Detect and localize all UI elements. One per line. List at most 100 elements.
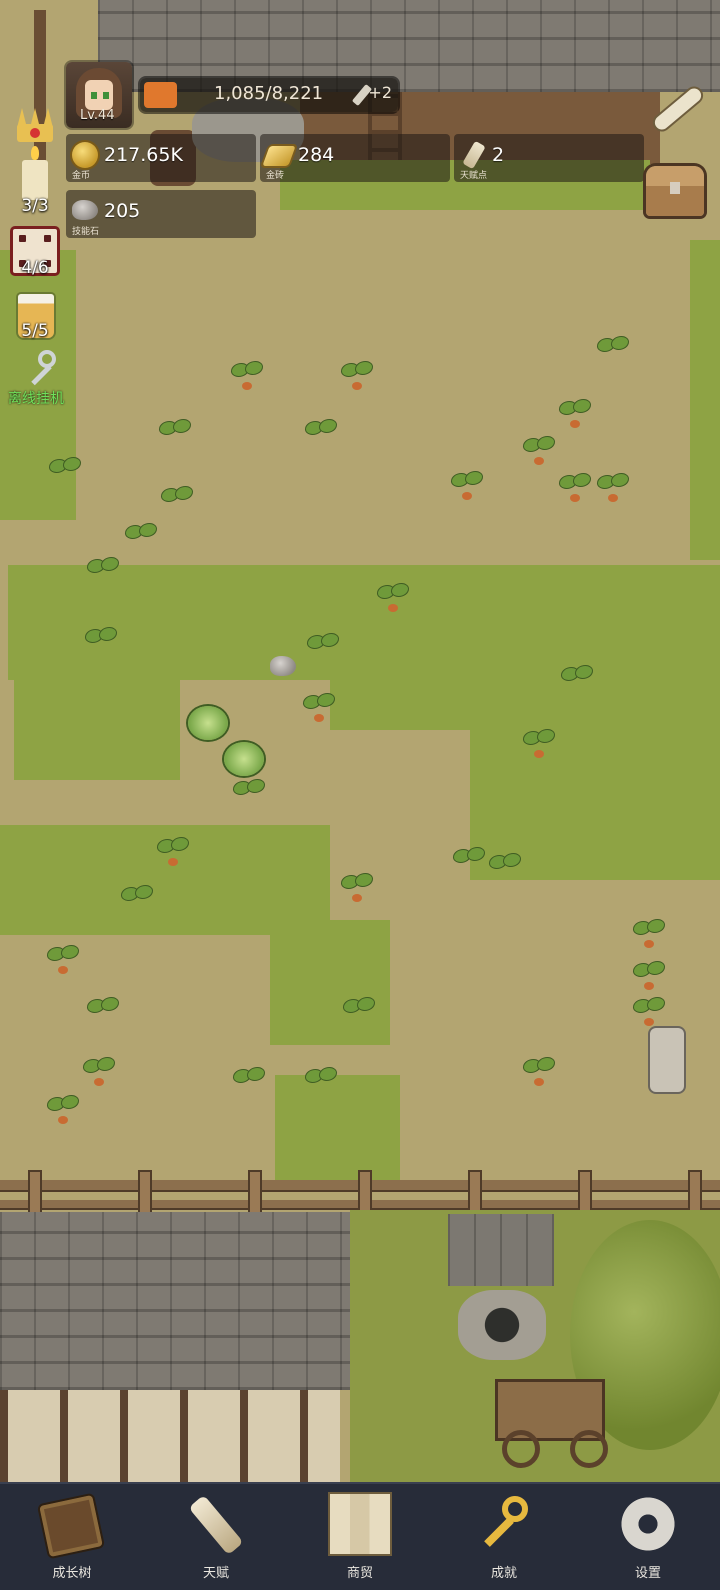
carrot-plant [46, 1094, 80, 1124]
candle-icon[interactable] [22, 146, 48, 200]
talent-point-value: 2 [492, 144, 505, 166]
gold-coin-label: 金币 [72, 171, 91, 181]
carrot-plant [596, 472, 630, 502]
nav-achievement[interactable]: 成就 [432, 1484, 576, 1590]
key-icon[interactable] [22, 350, 56, 386]
fence-post [30, 1172, 40, 1212]
fence-post [140, 1172, 150, 1212]
cart-wheel [502, 1430, 540, 1468]
achievement-key-icon [474, 1494, 534, 1554]
nav-label: 商贸 [346, 1566, 373, 1581]
carrot-plant [450, 470, 484, 500]
carrot-plant [230, 360, 264, 390]
sprout [342, 996, 376, 1026]
xp-value: 1,085/8,221 [214, 83, 324, 104]
fence-post [360, 1172, 370, 1212]
carrot-plant [340, 360, 374, 390]
fence-post [250, 1172, 260, 1212]
fence-post [470, 1172, 480, 1212]
fence-post [690, 1172, 700, 1212]
carrot-plant [632, 960, 666, 990]
sprout [488, 852, 522, 882]
carrot-plant [46, 944, 80, 974]
well [458, 1290, 546, 1360]
sprout [232, 778, 266, 808]
gold-bar-icon [262, 146, 296, 166]
crown-icon[interactable] [13, 104, 57, 146]
grass-mid-right2 [330, 680, 470, 730]
sprout [160, 485, 194, 515]
carrot-plant [156, 836, 190, 866]
treasure-chest-icon[interactable] [646, 166, 704, 216]
sprout [232, 1066, 266, 1096]
nav-trade[interactable]: 商贸 [288, 1484, 432, 1590]
sprout [124, 522, 158, 552]
cart-wheel [570, 1430, 608, 1468]
nav-label: 天赋 [202, 1566, 229, 1581]
grass-mid-right [470, 680, 720, 880]
sprout [120, 884, 154, 914]
xp-bar-fill [144, 82, 177, 108]
offline-idle-label[interactable]: 离线挂机 [8, 388, 64, 408]
bottom-nav: 成长树 天赋 商贸 成就 设置 [0, 1482, 720, 1590]
grass-right [690, 240, 720, 560]
sprout [306, 632, 340, 662]
xp-bonus: +2 [368, 83, 392, 102]
small-rock [270, 656, 296, 676]
sprout [304, 1066, 338, 1096]
carrot-plant [522, 435, 556, 465]
sprout [84, 626, 118, 656]
settings-gear-icon [618, 1494, 678, 1554]
carrot-plant [632, 918, 666, 948]
gold-coin-value: 217.65K [104, 144, 183, 166]
trade-map-icon [330, 1494, 390, 1554]
sprout [304, 418, 338, 448]
skill-stone-value: 205 [104, 200, 141, 222]
cabbage [188, 706, 228, 740]
sprout [560, 664, 594, 694]
candle-count: 3/3 [21, 196, 49, 216]
avatar-eye [103, 92, 109, 99]
beer-count: 5/5 [21, 321, 49, 341]
fence-post [580, 1172, 590, 1212]
avatar-eye [91, 92, 97, 99]
carrot-plant [558, 472, 592, 502]
stone-marker [650, 1028, 684, 1092]
grass-lower-block [270, 920, 390, 1045]
gold-bar-label: 金砖 [266, 171, 285, 181]
carrot-plant [596, 335, 630, 365]
carrot-plant [632, 996, 666, 1026]
nav-settings[interactable]: 设置 [576, 1484, 720, 1590]
carrot-plant [340, 872, 374, 902]
nav-label: 设置 [634, 1566, 661, 1581]
skill-stone-panel[interactable]: 205 技能石 [66, 190, 256, 238]
cabbage [224, 742, 264, 776]
sprout [86, 556, 120, 586]
sprout [158, 418, 192, 448]
well-roof [448, 1214, 554, 1286]
carrot-plant [302, 692, 336, 722]
gold-coin-panel[interactable]: 217.65K 金币 [66, 134, 256, 182]
nav-growth-tree[interactable]: 成长树 [0, 1484, 144, 1590]
nav-label: 成就 [490, 1566, 517, 1581]
dice-count: 4/6 [21, 258, 49, 278]
talent-scroll-icon [462, 140, 486, 170]
talent-point-label: 天赋点 [460, 171, 488, 181]
house-roof [0, 1212, 350, 1390]
carrot-plant [376, 582, 410, 612]
grass-mid-left [14, 680, 180, 780]
gold-bar-value: 284 [298, 144, 335, 166]
talent-point-panel[interactable]: 2 天赋点 [454, 134, 644, 182]
sprout [452, 846, 486, 876]
skill-stone-icon [72, 200, 98, 220]
carrot-plant [82, 1056, 116, 1086]
nav-talent[interactable]: 天赋 [144, 1484, 288, 1590]
skill-stone-label: 技能石 [72, 227, 100, 237]
carrot-plant [522, 728, 556, 758]
player-level: Lv.44 [80, 108, 115, 123]
gold-coin-icon [72, 142, 98, 168]
talent-scroll-icon [188, 1494, 244, 1556]
xp-bar[interactable]: 1,085/8,221 +2 [140, 78, 398, 112]
gold-bar-panel[interactable]: 284 金砖 [260, 134, 450, 182]
carrot-plant [522, 1056, 556, 1086]
